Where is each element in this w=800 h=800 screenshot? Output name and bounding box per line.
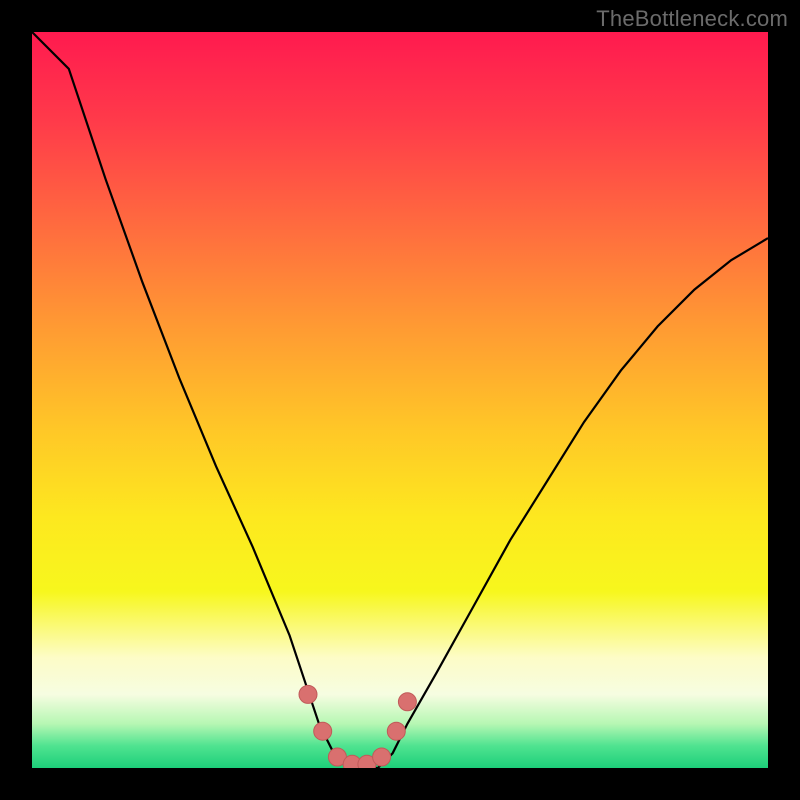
outer-frame: TheBottleneck.com [0, 0, 800, 800]
trough-markers-group [299, 685, 416, 768]
trough-marker [314, 722, 332, 740]
trough-marker [398, 693, 416, 711]
trough-marker [387, 722, 405, 740]
trough-marker [299, 685, 317, 703]
watermark-text: TheBottleneck.com [596, 6, 788, 32]
trough-marker [373, 748, 391, 766]
curve-svg [32, 32, 768, 768]
bottleneck-curve-path [32, 32, 768, 768]
plot-area [32, 32, 768, 768]
